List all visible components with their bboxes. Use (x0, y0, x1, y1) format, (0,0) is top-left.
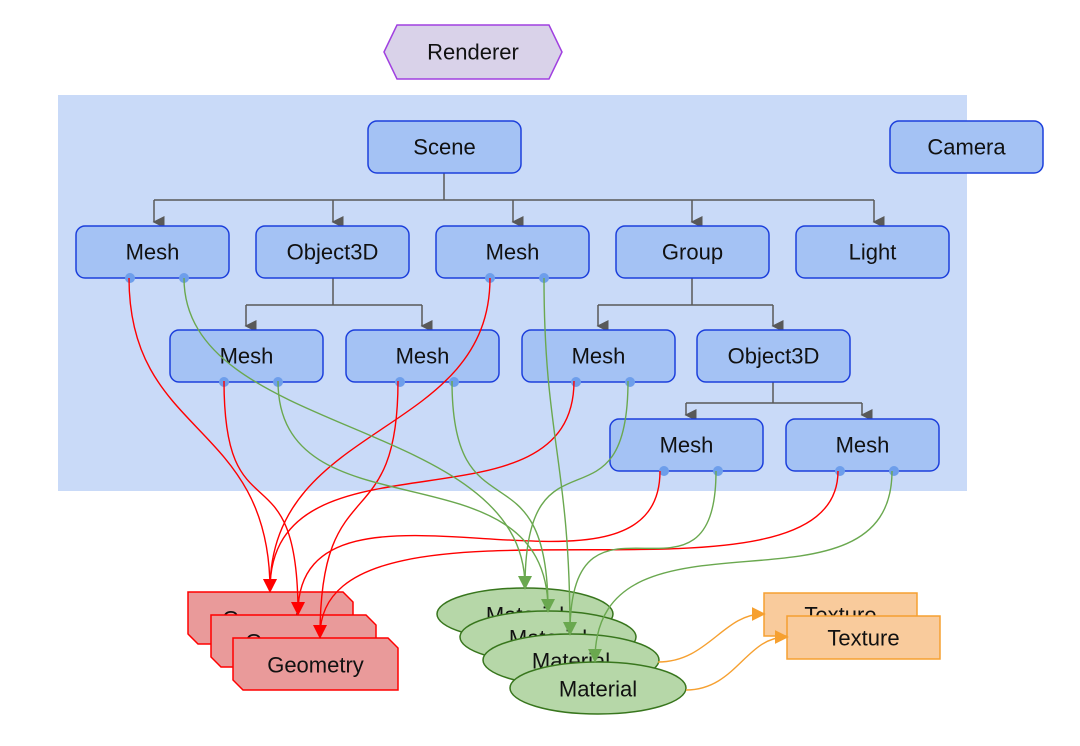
row1-node-mesh-label: Mesh (126, 240, 180, 265)
camera-node: Camera (889, 120, 1044, 174)
row2-node-mesh-label: Mesh (572, 344, 626, 369)
row2-node-object3d: Object3D (696, 329, 851, 383)
geometry-port-icon (571, 377, 581, 387)
geometry-port-icon (835, 466, 845, 476)
material-label: Material (559, 677, 637, 702)
row3-node-mesh: Mesh (609, 418, 764, 476)
scene-node-label: Scene (413, 135, 475, 160)
camera-node-label: Camera (927, 135, 1006, 160)
row1-node-object3d-label: Object3D (287, 240, 379, 265)
texture-reference-edge (685, 630, 789, 691)
texture-node: Texture (786, 615, 941, 660)
row1-node-light: Light (795, 225, 950, 279)
threejs-structure-diagram: Renderer Scene Camera Mesh Object3D Mesh Grou… (58, 24, 1044, 715)
row1-node-group: Group (615, 225, 770, 279)
row3-node-mesh-label: Mesh (660, 433, 714, 458)
scene-node: Scene (367, 120, 522, 174)
material-port-icon (625, 377, 635, 387)
texture-label: Texture (827, 626, 899, 651)
material-port-icon (713, 466, 723, 476)
geometry-port-icon (395, 377, 405, 387)
row1-node-mesh: Mesh (435, 225, 590, 283)
row2-node-mesh: Mesh (169, 329, 324, 387)
renderer-label: Renderer (427, 40, 519, 65)
geometry-port-icon (125, 273, 135, 283)
geometry-node: Geometry (232, 637, 399, 691)
geometry-label: Geometry (267, 653, 364, 678)
material-port-icon (889, 466, 899, 476)
row1-node-object3d: Object3D (255, 225, 410, 279)
row1-node-light-label: Light (849, 240, 897, 265)
row2-node-object3d-label: Object3D (728, 344, 820, 369)
material-port-icon (449, 377, 459, 387)
row2-node-mesh-label: Mesh (220, 344, 274, 369)
row2-node-mesh-label: Mesh (396, 344, 450, 369)
resource-nodes: GeometryGeometryGeometryMaterialMaterial… (187, 587, 941, 715)
row3-node-mesh: Mesh (785, 418, 940, 476)
texture-reference-edge (657, 607, 766, 663)
material-node: Material (509, 661, 687, 715)
row1-node-mesh-label: Mesh (486, 240, 540, 265)
row3-node-mesh-label: Mesh (836, 433, 890, 458)
row1-node-mesh: Mesh (75, 225, 230, 283)
renderer-node: Renderer (383, 24, 563, 80)
row1-node-group-label: Group (662, 240, 723, 265)
